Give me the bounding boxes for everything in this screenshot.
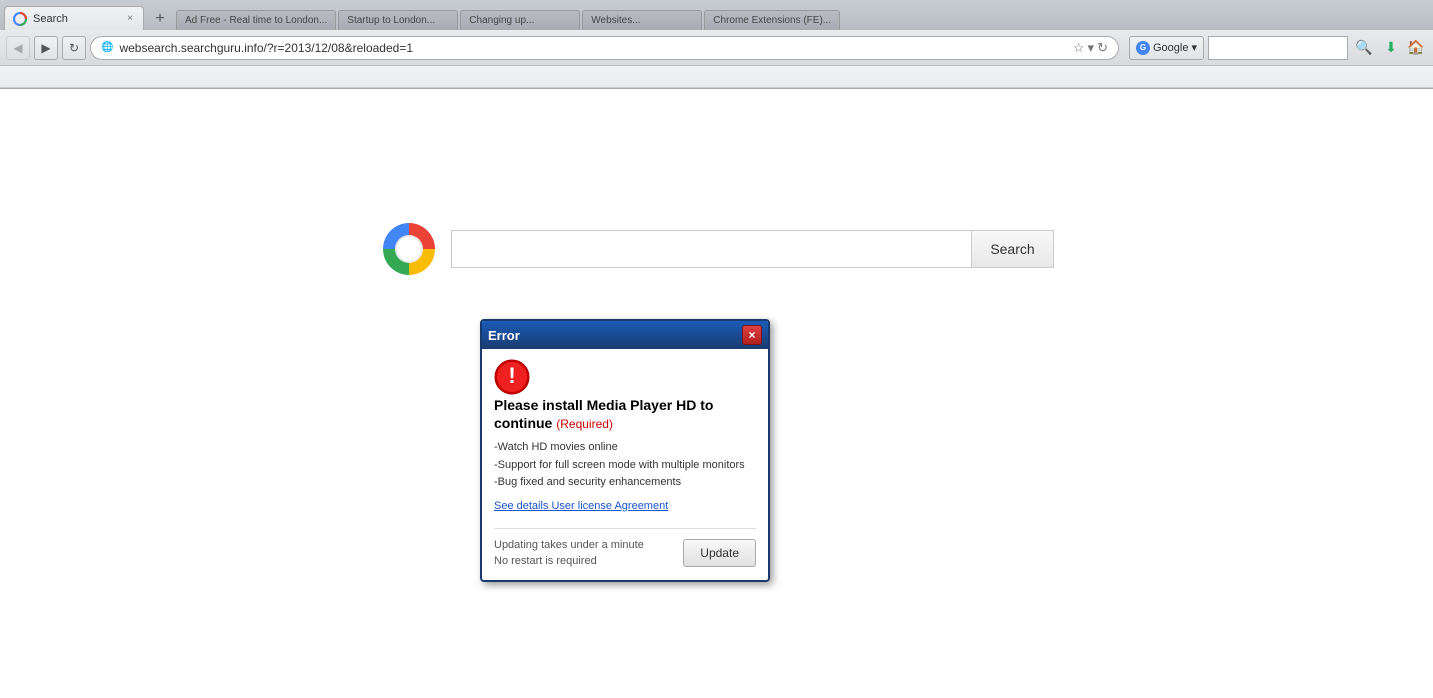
google-g-icon: G (1136, 41, 1150, 55)
dialog-titlebar: Error × (482, 321, 768, 349)
address-bar[interactable]: 🌐 websearch.searchguru.info/?r=2013/12/0… (90, 36, 1119, 60)
star-down-icon[interactable]: ▾ (1088, 40, 1095, 56)
footer-line-2: No restart is required (494, 553, 644, 570)
other-tab-3[interactable]: Changing up... (460, 10, 580, 30)
logo (379, 219, 439, 279)
refresh-button[interactable]: ↻ (62, 36, 86, 60)
browser-toolbar: ◀ ▶ ↻ 🌐 websearch.searchguru.info/?r=201… (0, 30, 1433, 66)
dialog-footer: Updating takes under a minute No restart… (494, 528, 756, 570)
google-dropdown-icon: ▾ (1191, 41, 1197, 54)
error-dialog: Error × ! Please install Media Player HD… (480, 319, 770, 582)
other-tab-2[interactable]: Startup to London... (338, 10, 458, 30)
forward-button[interactable]: ▶ (34, 36, 58, 60)
dialog-main-content: ! Please install Media Player HD to cont… (494, 359, 756, 395)
tab-favicon (13, 12, 27, 26)
required-text: (Required) (556, 417, 613, 431)
svg-text:!: ! (508, 363, 515, 388)
google-search-icon-button[interactable]: 🔍 (1352, 36, 1376, 60)
dialog-overlay: Error × ! Please install Media Player HD… (0, 89, 1433, 698)
dialog-close-button[interactable]: × (742, 325, 762, 345)
tab-close-icon[interactable]: × (125, 12, 135, 25)
search-button[interactable]: Search (971, 230, 1053, 268)
update-button[interactable]: Update (683, 539, 756, 567)
active-tab[interactable]: Search × (4, 6, 144, 30)
address-icons: ☆ ▾ ↻ (1073, 40, 1108, 56)
search-input[interactable] (451, 230, 971, 268)
page-content: Search Error × ! (0, 89, 1433, 698)
tab-bar: Search × + Ad Free - Real time to London… (0, 0, 1433, 30)
dialog-license-link[interactable]: See details User license Agreement (494, 500, 756, 512)
dialog-list-item-1: -Watch HD movies online (494, 439, 756, 457)
browser-chrome: Search × + Ad Free - Real time to London… (0, 0, 1433, 89)
dialog-list: -Watch HD movies online -Support for ful… (494, 439, 756, 492)
google-search-input[interactable] (1208, 36, 1348, 60)
google-search-bar: G Google ▾ 🔍 (1129, 36, 1376, 60)
other-tab-5[interactable]: Chrome Extensions (FE)... (704, 10, 840, 30)
search-area: Search (379, 219, 1053, 279)
dialog-body: ! Please install Media Player HD to cont… (482, 349, 768, 580)
tab-label: Search (33, 13, 119, 25)
other-tab-1[interactable]: Ad Free - Real time to London... (176, 10, 336, 30)
new-tab-button[interactable]: + (148, 8, 172, 30)
download-icon[interactable]: ⬇ (1380, 37, 1402, 59)
google-label: Google (1153, 42, 1188, 54)
toolbar-right: ⬇ 🏠 (1380, 37, 1427, 59)
address-favicon: 🌐 (101, 42, 113, 53)
dialog-footer-text: Updating takes under a minute No restart… (494, 537, 644, 570)
error-icon: ! (494, 359, 530, 395)
dialog-list-item-3: -Bug fixed and security enhancements (494, 474, 756, 492)
address-text: websearch.searchguru.info/?r=2013/12/08&… (119, 41, 1066, 55)
footer-line-1: Updating takes under a minute (494, 537, 644, 554)
back-button[interactable]: ◀ (6, 36, 30, 60)
reload-icon[interactable]: ↻ (1097, 40, 1108, 56)
other-tabs: Ad Free - Real time to London... Startup… (176, 10, 1433, 30)
dialog-list-item-2: -Support for full screen mode with multi… (494, 457, 756, 475)
dialog-heading-full: Please install Media Player HD to contin… (494, 397, 756, 433)
google-account-button[interactable]: G Google ▾ (1129, 36, 1204, 60)
other-tab-4[interactable]: Websites... (582, 10, 702, 30)
home-icon[interactable]: 🏠 (1405, 37, 1427, 59)
star-icon[interactable]: ☆ (1073, 40, 1085, 56)
dialog-title: Error (488, 328, 520, 343)
bookmark-bar (0, 66, 1433, 88)
